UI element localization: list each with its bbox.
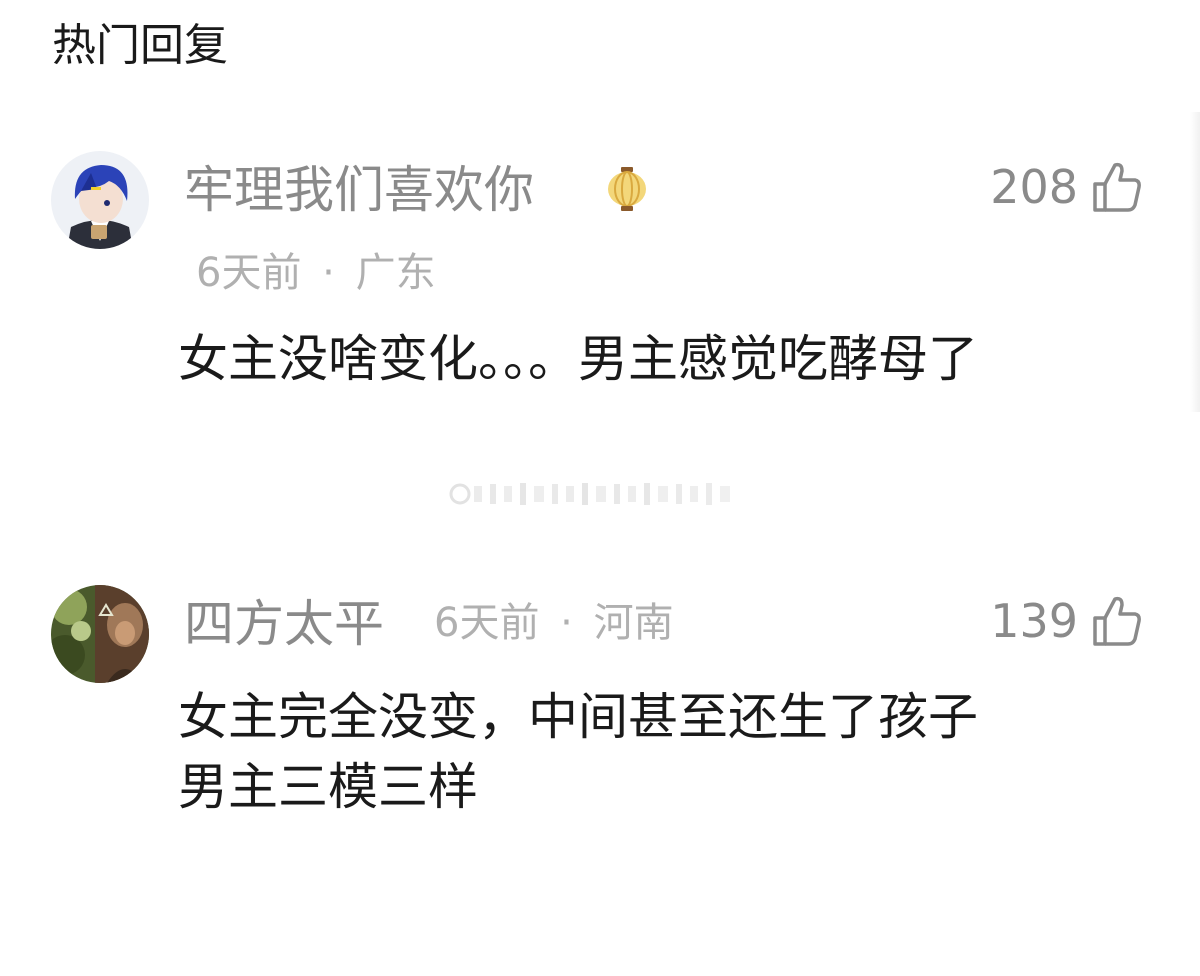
comment-text: 女主没啥变化。。。男主感觉吃酵母了 [178, 330, 978, 388]
comment-location: 广东 [355, 250, 436, 296]
thumbs-up-icon[interactable] [1092, 594, 1142, 648]
avatar[interactable] [51, 585, 149, 683]
hot-replies-page: 热门回复 牢理我们喜欢你 208 6天前 · 广东 女主没啥变化。。。男主感觉吃… [0, 0, 1200, 976]
comment-meta: 6天前 · 河南 [434, 598, 674, 648]
like-group[interactable]: 139 [990, 591, 1142, 651]
like-count: 139 [990, 594, 1078, 648]
comment-time: 6天前 [196, 250, 302, 296]
right-edge-shadow [1190, 112, 1200, 412]
like-count: 208 [990, 160, 1078, 214]
avatar[interactable] [51, 151, 149, 249]
comment-text: 女主完全没变，中间甚至还生了孩子 男主三模三样 [178, 688, 978, 816]
lantern-badge-icon [604, 166, 650, 212]
username[interactable]: 四方太平 [184, 594, 384, 654]
thumbs-up-icon[interactable] [1092, 160, 1142, 214]
like-group[interactable]: 208 [990, 157, 1142, 217]
meta-separator: · [560, 600, 573, 646]
watermark [448, 480, 748, 508]
comment-time: 6天前 [434, 600, 540, 646]
meta-separator: · [322, 250, 335, 296]
section-title: 热门回复 [52, 20, 228, 71]
comment-meta: 6天前 · 广东 [196, 248, 436, 298]
username[interactable]: 牢理我们喜欢你 [184, 160, 534, 220]
comment-location: 河南 [593, 600, 674, 646]
